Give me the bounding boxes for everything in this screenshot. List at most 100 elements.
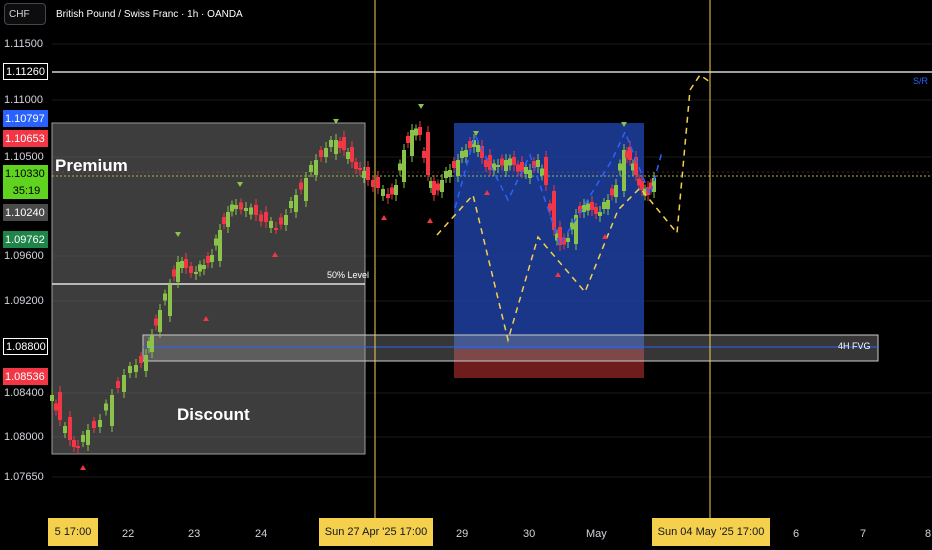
- candle-body: [366, 167, 370, 180]
- candle-body: [234, 205, 238, 209]
- candle-body: [456, 160, 460, 176]
- price-tag-red: 1.10653: [3, 130, 48, 147]
- candle-body: [198, 264, 202, 272]
- candle-body: [206, 256, 210, 263]
- candle-body: [158, 310, 162, 332]
- candle-body: [230, 204, 234, 212]
- fifty-level-label: 50% Level: [327, 270, 370, 280]
- candle-body: [504, 160, 508, 171]
- candle-body: [566, 238, 570, 242]
- candle-body: [329, 140, 333, 147]
- time-label: 22: [122, 528, 135, 540]
- candle-body: [50, 395, 54, 401]
- candle-body: [448, 170, 452, 177]
- candle-body: [346, 152, 350, 159]
- time-label: 29: [456, 528, 469, 540]
- price-label: 1.09600: [4, 250, 44, 262]
- candle-body: [294, 195, 298, 212]
- time-label: 30: [523, 528, 536, 540]
- sell-signal-marker: [381, 215, 387, 220]
- price-label: 1.07650: [4, 471, 44, 483]
- candle-body: [134, 365, 138, 372]
- candle-body: [394, 185, 398, 195]
- time-label: 8: [925, 528, 932, 540]
- candle-body: [163, 293, 167, 301]
- candle-body: [279, 217, 283, 225]
- symbol-button[interactable]: CHF: [4, 3, 46, 25]
- candle-body: [358, 168, 362, 170]
- candle-body: [464, 150, 468, 157]
- candle-body: [259, 214, 263, 222]
- chart-header: CHF British Pound / Swiss Franc · 1h · O…: [0, 0, 243, 28]
- candle-body: [432, 181, 436, 195]
- candle-body: [110, 395, 114, 426]
- price-tag-current: 1.10330: [3, 165, 48, 182]
- candle-body: [202, 265, 206, 269]
- candle-body: [194, 272, 198, 274]
- candle-countdown: 35:19: [3, 182, 48, 199]
- candle-body: [222, 217, 226, 224]
- candle-body: [76, 446, 80, 448]
- candle-body: [176, 262, 180, 282]
- candle-body: [269, 221, 273, 228]
- candle-body: [594, 207, 598, 214]
- candle-body: [614, 185, 618, 197]
- price-tag-blue: 1.10797: [3, 110, 48, 127]
- candle-body: [460, 151, 464, 158]
- candle-body: [362, 171, 366, 178]
- candle-body: [508, 158, 512, 166]
- price-tag-low: 1.08536: [3, 368, 48, 385]
- candle-body: [528, 170, 532, 178]
- candle-body: [500, 158, 504, 166]
- candle-body: [610, 188, 614, 196]
- candle-body: [128, 366, 132, 373]
- candle-body: [314, 160, 318, 175]
- candle-body: [86, 430, 90, 445]
- candle-body: [249, 207, 253, 215]
- candle-body: [371, 180, 375, 187]
- time-label-highlight: Sun 27 Apr '25 17:00: [319, 518, 433, 546]
- candle-body: [354, 162, 358, 169]
- candle-body: [104, 403, 108, 411]
- candle-body: [144, 355, 148, 371]
- price-tag-sr: 1.11260: [3, 63, 48, 80]
- candle-body: [214, 238, 218, 246]
- price-label: 1.09200: [4, 295, 44, 307]
- candle-body: [422, 151, 426, 158]
- price-label: 1.11500: [4, 38, 43, 50]
- candle-body: [92, 421, 96, 428]
- fvg-label: 4H FVG: [838, 341, 871, 351]
- premium-label: Premium: [55, 156, 128, 175]
- price-tag-gray: 1.10240: [3, 204, 48, 221]
- discount-label: Discount: [177, 405, 250, 424]
- candle-body: [98, 420, 102, 427]
- candle-body: [540, 168, 544, 176]
- candle-body: [476, 145, 480, 152]
- candle-body: [406, 136, 410, 143]
- chart-canvas[interactable]: [0, 0, 932, 550]
- candle-body: [496, 165, 500, 167]
- candle-body: [582, 205, 586, 212]
- candle-body: [168, 285, 172, 316]
- candle-body: [418, 127, 422, 135]
- candle-body: [398, 163, 402, 171]
- time-label: May: [586, 528, 607, 540]
- time-label: 23: [188, 528, 201, 540]
- candle-body: [444, 171, 448, 178]
- fvg-zone[interactable]: [142, 334, 879, 362]
- time-label-first: 5 17:00: [48, 518, 98, 546]
- candle-body: [402, 150, 406, 182]
- candle-body: [72, 440, 76, 447]
- candle-body: [536, 160, 540, 167]
- candle-body: [139, 356, 143, 363]
- candle-body: [254, 205, 258, 215]
- candle-body: [512, 157, 516, 165]
- candle-body: [122, 375, 126, 392]
- candle-body: [184, 259, 188, 268]
- candle-body: [606, 200, 610, 209]
- candle-body: [239, 202, 243, 210]
- candle-body: [154, 318, 158, 326]
- candle-body: [189, 266, 193, 273]
- candle-body: [381, 189, 385, 196]
- price-label: 1.10500: [4, 151, 44, 163]
